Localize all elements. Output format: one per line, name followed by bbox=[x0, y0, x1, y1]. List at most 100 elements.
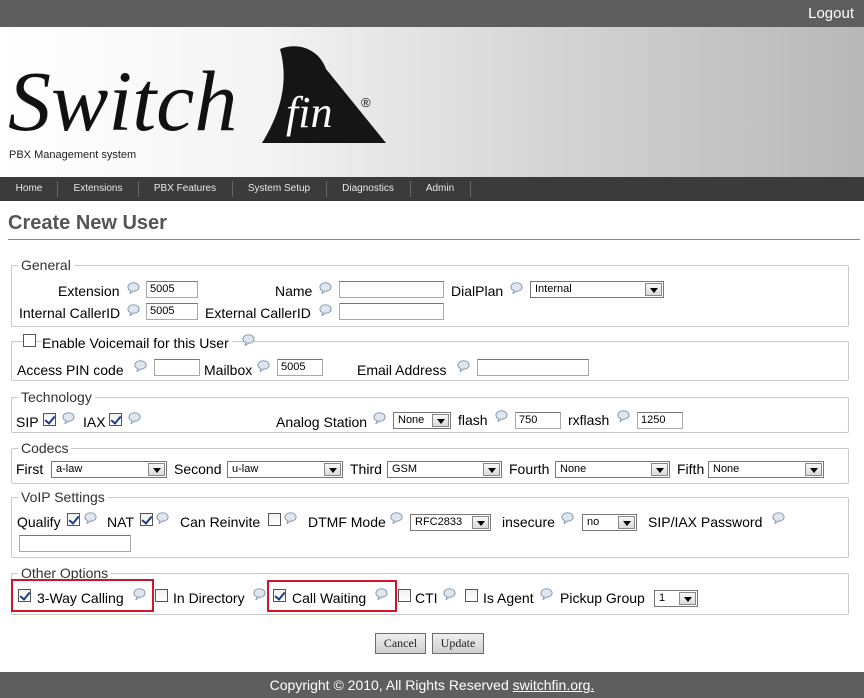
help-icon[interactable] bbox=[127, 281, 140, 295]
help-icon[interactable] bbox=[772, 511, 785, 525]
cancel-button[interactable]: Cancel bbox=[375, 633, 426, 654]
in-directory-label: In Directory bbox=[173, 590, 245, 606]
dialplan-select[interactable]: Internal bbox=[530, 281, 664, 298]
codec-first-select[interactable]: a-law bbox=[51, 461, 167, 478]
codec-fourth-select[interactable]: None bbox=[555, 461, 670, 478]
help-icon[interactable] bbox=[375, 587, 388, 601]
three-way-calling-label: 3-Way Calling bbox=[37, 590, 124, 606]
nav-system-setup[interactable]: System Setup bbox=[236, 177, 322, 201]
nat-checkbox[interactable] bbox=[140, 513, 153, 526]
help-icon[interactable] bbox=[242, 333, 255, 347]
access-pin-input[interactable] bbox=[154, 359, 200, 376]
nav-divider bbox=[410, 181, 411, 197]
cti-checkbox[interactable] bbox=[398, 589, 411, 602]
help-icon[interactable] bbox=[617, 409, 630, 423]
sip-iax-password-input[interactable] bbox=[19, 535, 131, 552]
svg-text:®: ® bbox=[361, 95, 371, 110]
insecure-label: insecure bbox=[502, 514, 555, 530]
help-icon[interactable] bbox=[319, 281, 332, 295]
help-icon[interactable] bbox=[128, 411, 141, 425]
insecure-select[interactable]: no bbox=[582, 514, 637, 531]
help-icon[interactable] bbox=[127, 303, 140, 317]
codec-second-value: u-law bbox=[232, 463, 259, 475]
nav-home[interactable]: Home bbox=[4, 177, 54, 201]
mailbox-input[interactable]: 5005 bbox=[277, 359, 323, 376]
nav-divider bbox=[232, 181, 233, 197]
internal-callerid-input[interactable]: 5005 bbox=[146, 303, 198, 320]
help-icon[interactable] bbox=[284, 511, 297, 525]
external-callerid-label: External CallerID bbox=[205, 305, 311, 321]
help-icon[interactable] bbox=[253, 587, 266, 601]
voip-settings-legend: VoIP Settings bbox=[21, 489, 105, 505]
call-waiting-label: Call Waiting bbox=[292, 590, 367, 606]
codec-fifth-value: None bbox=[713, 463, 740, 475]
chevron-down-icon bbox=[651, 463, 668, 476]
is-agent-checkbox[interactable] bbox=[465, 589, 478, 602]
external-callerid-input[interactable] bbox=[339, 303, 444, 320]
codec-fourth-value: None bbox=[560, 463, 587, 475]
technology-legend: Technology bbox=[21, 389, 92, 405]
rxflash-label: rxflash bbox=[568, 412, 610, 428]
extension-label: Extension bbox=[58, 283, 120, 299]
codec-third-value: GSM bbox=[392, 463, 418, 475]
chevron-down-icon bbox=[432, 414, 449, 427]
help-icon[interactable] bbox=[390, 511, 403, 525]
help-icon[interactable] bbox=[495, 409, 508, 423]
nav-diagnostics[interactable]: Diagnostics bbox=[330, 177, 406, 201]
help-icon[interactable] bbox=[561, 511, 574, 525]
three-way-calling-checkbox[interactable] bbox=[18, 589, 31, 602]
analog-station-label: Analog Station bbox=[276, 414, 368, 430]
help-icon[interactable] bbox=[156, 511, 169, 525]
flash-input[interactable]: 750 bbox=[515, 412, 561, 429]
dtmf-mode-select[interactable]: RFC2833 bbox=[410, 514, 491, 531]
is-agent-label: Is Agent bbox=[483, 590, 534, 606]
can-reinvite-checkbox[interactable] bbox=[268, 513, 281, 526]
enable-voicemail-label: Enable Voicemail for this User bbox=[42, 335, 232, 351]
update-button[interactable]: Update bbox=[432, 633, 484, 654]
help-icon[interactable] bbox=[373, 411, 386, 425]
iax-checkbox[interactable] bbox=[109, 413, 122, 426]
extension-input[interactable]: 5005 bbox=[146, 281, 198, 298]
pickup-group-select[interactable]: 1 bbox=[654, 590, 698, 607]
name-input[interactable] bbox=[339, 281, 444, 298]
call-waiting-checkbox[interactable] bbox=[273, 589, 286, 602]
codec-fifth-select[interactable]: None bbox=[708, 461, 824, 478]
email-address-input[interactable] bbox=[477, 359, 589, 376]
copyright-text: Copyright © 2010, All Rights Reserved bbox=[269, 677, 509, 693]
name-label: Name bbox=[275, 283, 313, 299]
page-title: Create New User bbox=[8, 212, 167, 234]
nav-admin[interactable]: Admin bbox=[414, 177, 466, 201]
rxflash-input[interactable]: 1250 bbox=[637, 412, 683, 429]
codec-first-value: a-law bbox=[56, 463, 83, 475]
help-icon[interactable] bbox=[134, 359, 147, 373]
chevron-down-icon bbox=[483, 463, 500, 476]
sip-checkbox[interactable] bbox=[43, 413, 56, 426]
help-icon[interactable] bbox=[540, 587, 553, 601]
help-icon[interactable] bbox=[443, 587, 456, 601]
help-icon[interactable] bbox=[457, 359, 470, 373]
nav-pbx-features[interactable]: PBX Features bbox=[142, 177, 228, 201]
codec-second-select[interactable]: u-law bbox=[227, 461, 343, 478]
codec-fifth-label: Fifth bbox=[677, 461, 705, 477]
help-icon[interactable] bbox=[257, 359, 270, 373]
top-bar: Logout bbox=[0, 0, 864, 27]
help-icon[interactable] bbox=[319, 303, 332, 317]
codecs-legend: Codecs bbox=[21, 440, 69, 456]
switchfin-link[interactable]: switchfin.org. bbox=[513, 677, 595, 693]
codec-third-select[interactable]: GSM bbox=[387, 461, 502, 478]
help-icon[interactable] bbox=[510, 281, 523, 295]
logout-link[interactable]: Logout bbox=[808, 5, 854, 22]
tagline: PBX Management system bbox=[9, 149, 137, 161]
help-icon[interactable] bbox=[62, 411, 75, 425]
can-reinvite-label: Can Reinvite bbox=[180, 514, 261, 530]
pickup-group-value: 1 bbox=[659, 592, 666, 604]
dialplan-value: Internal bbox=[535, 283, 572, 295]
help-icon[interactable] bbox=[84, 511, 97, 525]
switchfin-logo: Switch fin ® bbox=[8, 46, 386, 149]
help-icon[interactable] bbox=[133, 587, 146, 601]
enable-voicemail-checkbox[interactable] bbox=[23, 334, 36, 347]
analog-station-select[interactable]: None bbox=[393, 412, 451, 429]
in-directory-checkbox[interactable] bbox=[155, 589, 168, 602]
qualify-checkbox[interactable] bbox=[67, 513, 80, 526]
nav-extensions[interactable]: Extensions bbox=[62, 177, 134, 201]
